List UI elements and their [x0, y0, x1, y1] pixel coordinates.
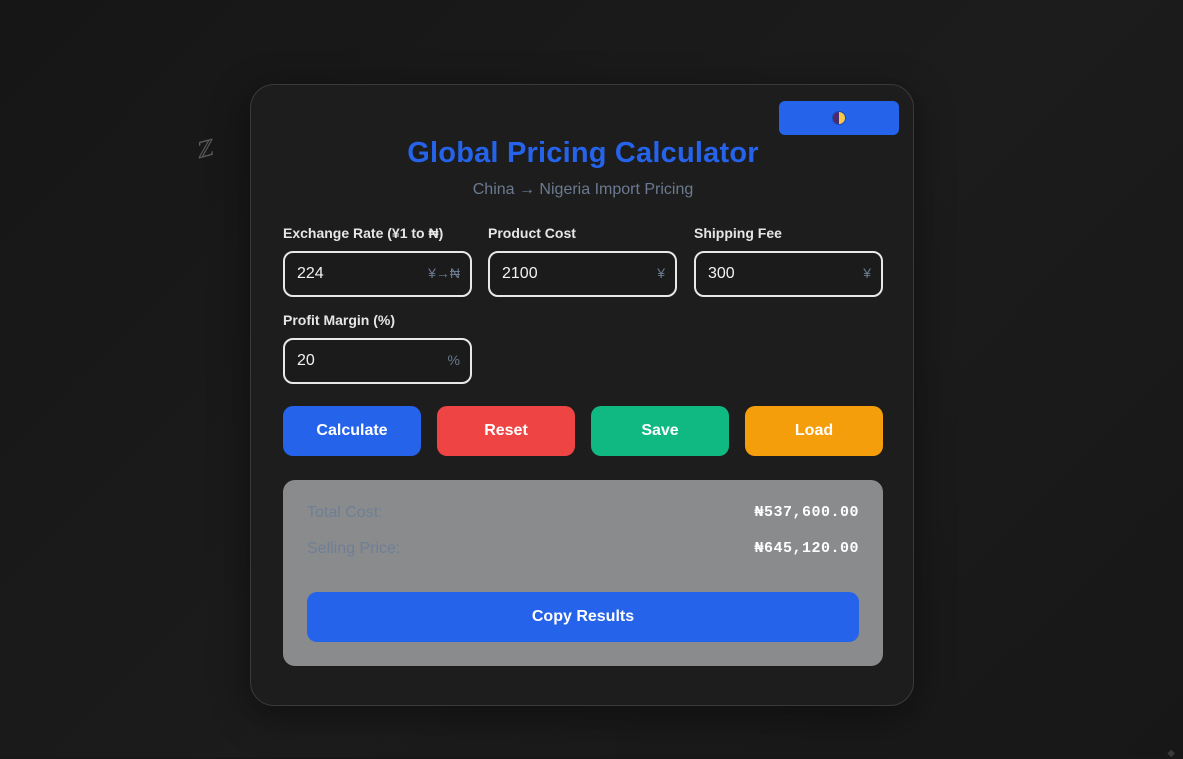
shipping-fee-input-wrapper: ¥ [694, 251, 883, 297]
exchange-rate-unit: ¥→₦ [428, 265, 460, 281]
product-cost-field-group: Product Cost ¥ [488, 225, 677, 297]
page-title: Global Pricing Calculator [251, 137, 915, 170]
calculate-button[interactable]: Calculate [283, 406, 421, 456]
profit-margin-field-group: Profit Margin (%) % [283, 312, 472, 384]
calculator-card: Global Pricing Calculator China → Nigeri… [250, 84, 914, 706]
shipping-fee-input[interactable] [696, 253, 881, 295]
shipping-fee-unit: ¥ [863, 265, 871, 281]
decorative-corner-mark: ◆ [1167, 748, 1175, 759]
half-moon-icon [833, 112, 845, 124]
product-cost-input[interactable] [490, 253, 675, 295]
reset-button[interactable]: Reset [437, 406, 575, 456]
profit-margin-unit: % [448, 352, 460, 368]
exchange-rate-label: Exchange Rate (¥1 to ₦) [283, 225, 472, 243]
selling-price-row: Selling Price: ₦645,120.00 [307, 538, 859, 560]
shipping-fee-label: Shipping Fee [694, 225, 883, 243]
copy-results-button[interactable]: Copy Results [307, 592, 859, 642]
shipping-fee-field-group: Shipping Fee ¥ [694, 225, 883, 297]
load-button[interactable]: Load [745, 406, 883, 456]
product-cost-input-wrapper: ¥ [488, 251, 677, 297]
results-panel: Total Cost: ₦537,600.00 Selling Price: ₦… [283, 480, 883, 666]
exchange-rate-input-wrapper: ¥→₦ [283, 251, 472, 297]
total-cost-value: ₦537,600.00 [754, 504, 859, 521]
selling-price-value: ₦645,120.00 [754, 540, 859, 557]
theme-toggle-button[interactable] [779, 101, 899, 135]
profit-margin-label: Profit Margin (%) [283, 312, 472, 330]
save-button[interactable]: Save [591, 406, 729, 456]
total-cost-row: Total Cost: ₦537,600.00 [307, 502, 859, 524]
product-cost-unit: ¥ [657, 265, 665, 281]
profit-margin-input-wrapper: % [283, 338, 472, 384]
total-cost-label: Total Cost: [307, 504, 383, 522]
selling-price-label: Selling Price: [307, 540, 400, 558]
page-subtitle: China → Nigeria Import Pricing [251, 181, 915, 199]
exchange-rate-field-group: Exchange Rate (¥1 to ₦) ¥→₦ [283, 225, 472, 297]
product-cost-label: Product Cost [488, 225, 677, 243]
profit-margin-input[interactable] [285, 340, 470, 382]
